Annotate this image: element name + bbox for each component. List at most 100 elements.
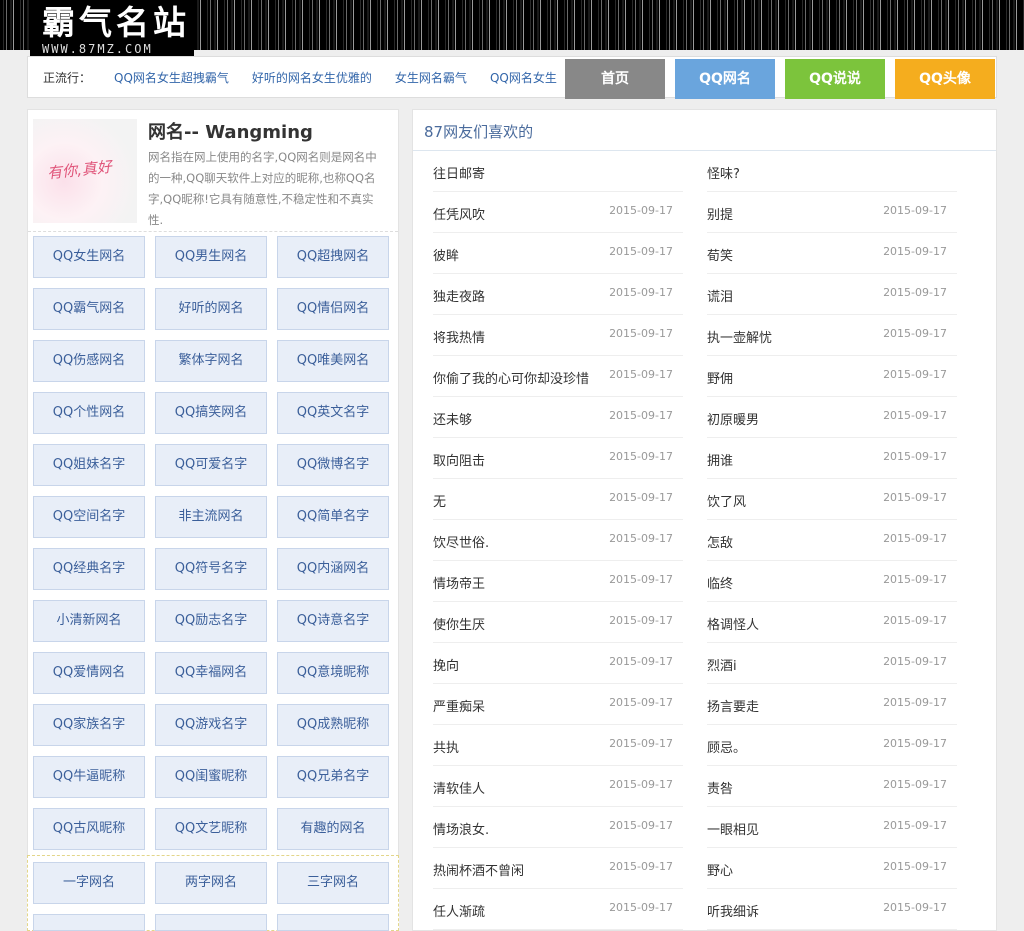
list-item-name[interactable]: 格调怪人 [707,614,759,633]
list-item[interactable]: 责咎 2015-09-17 [707,766,957,807]
site-logo[interactable]: 霸气名站 WWW.87MZ.COM [30,0,194,58]
list-item[interactable]: 格调怪人 2015-09-17 [707,602,957,643]
list-item[interactable]: 临终 2015-09-17 [707,561,957,602]
list-item[interactable]: 野心 2015-09-17 [707,848,957,889]
list-item-name[interactable]: 任凭风吹 [433,204,485,223]
category-tag[interactable]: QQ简单名字 [277,496,389,538]
list-item-name[interactable]: 你偷了我的心可你却没珍惜 [433,368,589,387]
length-category-tag[interactable] [155,914,267,931]
category-tag[interactable]: QQ微博名字 [277,444,389,486]
list-item[interactable]: 执一壶解忧 2015-09-17 [707,315,957,356]
list-item-name[interactable]: 拥谁 [707,450,733,469]
list-item-name[interactable]: 烈酒i [707,655,737,674]
list-item-name[interactable]: 彼眸 [433,245,459,264]
list-item-name[interactable]: 挽向 [433,655,459,674]
nav-button[interactable]: QQ头像 [895,59,995,99]
category-tag[interactable]: QQ诗意名字 [277,600,389,642]
category-tag[interactable]: 小清新网名 [33,600,145,642]
list-item[interactable]: 任人渐疏 2015-09-17 [433,889,683,930]
category-tag[interactable]: QQ符号名字 [155,548,267,590]
category-tag[interactable]: QQ搞笑网名 [155,392,267,434]
list-item[interactable]: 顾忌。 2015-09-17 [707,725,957,766]
list-item-name[interactable]: 别提 [707,204,733,223]
list-item[interactable]: 听我细诉 2015-09-17 [707,889,957,930]
list-item-name[interactable]: 执一壶解忧 [707,327,772,346]
list-item[interactable]: 扬言要走 2015-09-17 [707,684,957,725]
list-item[interactable]: 一眼相见 2015-09-17 [707,807,957,848]
list-item[interactable]: 任凭风吹 2015-09-17 [433,192,683,233]
list-item-name[interactable]: 责咎 [707,778,733,797]
list-item-name[interactable]: 严重痴呆 [433,696,485,715]
nav-button[interactable]: 首页 [565,59,665,99]
category-tag[interactable]: QQ可爱名字 [155,444,267,486]
list-item-name[interactable]: 任人渐疏 [433,901,485,920]
list-item[interactable]: 烈酒i 2015-09-17 [707,643,957,684]
list-item-name[interactable]: 使你生厌 [433,614,485,633]
category-tag[interactable]: QQ伤感网名 [33,340,145,382]
category-tag[interactable]: QQ经典名字 [33,548,145,590]
list-item-name[interactable]: 取向阻击 [433,450,485,469]
category-tag[interactable]: QQ霸气网名 [33,288,145,330]
list-item[interactable]: 情场浪女. 2015-09-17 [433,807,683,848]
category-tag[interactable]: QQ超拽网名 [277,236,389,278]
list-item[interactable]: 怎敌 2015-09-17 [707,520,957,561]
list-item[interactable]: 谎泪 2015-09-17 [707,274,957,315]
list-item-name[interactable]: 扬言要走 [707,696,759,715]
length-category-tag[interactable] [277,914,389,931]
category-tag[interactable]: QQ文艺昵称 [155,808,267,850]
list-item[interactable]: 别提 2015-09-17 [707,192,957,233]
category-tag[interactable]: QQ古风昵称 [33,808,145,850]
list-item[interactable]: 取向阻击 2015-09-17 [433,438,683,479]
length-category-tag[interactable] [33,914,145,931]
list-item[interactable]: 清软佳人 2015-09-17 [433,766,683,807]
list-item-name[interactable]: 还未够 [433,409,472,428]
list-item-name[interactable]: 野心 [707,860,733,879]
list-item-name[interactable]: 谎泪 [707,286,733,305]
trending-link[interactable]: 好听的网名女生优雅的 [252,71,372,85]
category-tag[interactable]: QQ男生网名 [155,236,267,278]
list-item-name[interactable]: 怎敌 [707,532,733,551]
list-item-name[interactable]: 往日邮寄 [433,163,485,182]
list-item[interactable]: 共执 2015-09-17 [433,725,683,766]
list-item-name[interactable]: 清软佳人 [433,778,485,797]
list-item[interactable]: 往日邮寄 [433,151,683,192]
category-tag[interactable]: QQ励志名字 [155,600,267,642]
list-item[interactable]: 挽向 2015-09-17 [433,643,683,684]
category-tag[interactable]: QQ内涵网名 [277,548,389,590]
list-item[interactable]: 情场帝王 2015-09-17 [433,561,683,602]
list-item-name[interactable]: 将我热情 [433,327,485,346]
list-item-name[interactable]: 听我细诉 [707,901,759,920]
category-tag[interactable]: 非主流网名 [155,496,267,538]
nav-button[interactable]: QQ网名 [675,59,775,99]
list-item-name[interactable]: 情场帝王 [433,573,485,592]
category-tag[interactable]: QQ闺蜜昵称 [155,756,267,798]
length-category-tag[interactable]: 一字网名 [33,862,145,904]
list-item-name[interactable]: 共执 [433,737,459,756]
category-tag[interactable]: QQ唯美网名 [277,340,389,382]
trending-link[interactable]: QQ网名女生超拽霸气 [114,71,229,85]
list-item[interactable]: 拥谁 2015-09-17 [707,438,957,479]
category-tag[interactable]: QQ爱情网名 [33,652,145,694]
list-item[interactable]: 怪味? [707,151,957,192]
category-tag[interactable]: QQ牛逼昵称 [33,756,145,798]
category-tag[interactable]: QQ幸福网名 [155,652,267,694]
nav-button[interactable]: QQ说说 [785,59,885,99]
list-item[interactable]: 热闹杯酒不曾闲 2015-09-17 [433,848,683,889]
category-tag[interactable]: 繁体字网名 [155,340,267,382]
list-item[interactable]: 严重痴呆 2015-09-17 [433,684,683,725]
list-item[interactable]: 饮尽世俗. 2015-09-17 [433,520,683,561]
list-item[interactable]: 彼眸 2015-09-17 [433,233,683,274]
category-tag[interactable]: QQ游戏名字 [155,704,267,746]
list-item-name[interactable]: 野佣 [707,368,733,387]
list-item-name[interactable]: 无 [433,491,446,510]
list-item-name[interactable]: 顾忌。 [707,737,746,756]
category-tag[interactable]: QQ女生网名 [33,236,145,278]
trending-link[interactable]: QQ网名女生 [490,71,557,85]
list-item-name[interactable]: 临终 [707,573,733,592]
list-item[interactable]: 使你生厌 2015-09-17 [433,602,683,643]
category-tag[interactable]: QQ姐妹名字 [33,444,145,486]
category-tag[interactable]: QQ兄弟名字 [277,756,389,798]
list-item[interactable]: 独走夜路 2015-09-17 [433,274,683,315]
list-item[interactable]: 荀笑 2015-09-17 [707,233,957,274]
category-tag[interactable]: QQ成熟昵称 [277,704,389,746]
